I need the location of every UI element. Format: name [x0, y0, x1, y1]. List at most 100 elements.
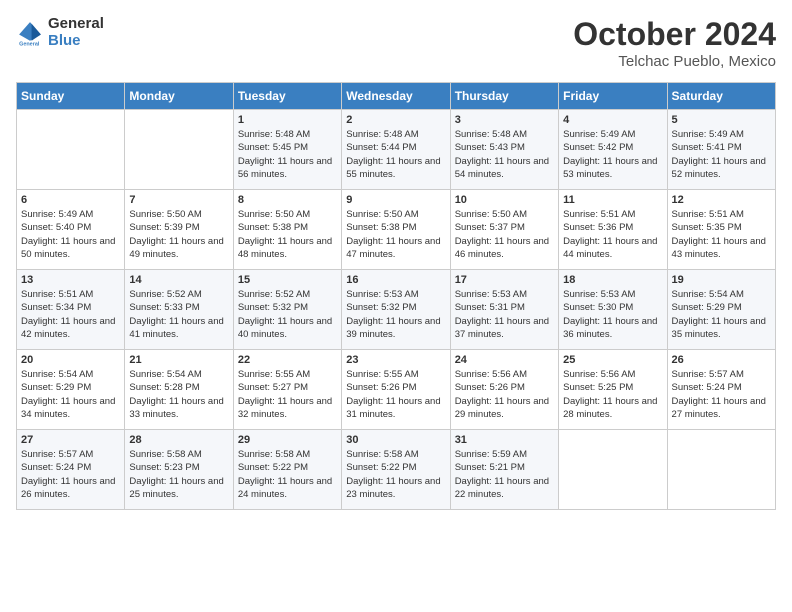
calendar-cell: 14Sunrise: 5:52 AMSunset: 5:33 PMDayligh… [125, 270, 233, 350]
day-number: 1 [238, 114, 337, 126]
calendar-cell: 26Sunrise: 5:57 AMSunset: 5:24 PMDayligh… [667, 350, 775, 430]
daylight-text: Daylight: 11 hours and 49 minutes. [129, 236, 223, 260]
sunrise-text: Sunrise: 5:51 AM [563, 209, 635, 220]
location: Telchac Pueblo, Mexico [573, 53, 776, 70]
calendar-cell: 28Sunrise: 5:58 AMSunset: 5:23 PMDayligh… [125, 430, 233, 510]
calendar-cell: 23Sunrise: 5:55 AMSunset: 5:26 PMDayligh… [342, 350, 450, 430]
calendar-cell: 21 Sunrise: 5:54 AMSunset: 5:28 PMDayligh… [125, 350, 233, 430]
sunset-text: Sunset: 5:42 PM [563, 142, 633, 153]
sunset-text: Sunset: 5:37 PM [455, 222, 525, 233]
sunrise-text: Sunrise: 5:56 AM [563, 369, 635, 380]
sunset-text: Sunset: 5:34 PM [21, 302, 91, 313]
sunset-text: Sunset: 5:23 PM [129, 462, 199, 473]
calendar-week-4: 20 Sunrise: 5:54 AMSunset: 5:29 PMDayligh… [17, 350, 776, 430]
day-info: Sunrise: 5:54 AMSunset: 5:29 PMDaylight:… [672, 288, 771, 341]
day-info: Sunrise: 5:58 AMSunset: 5:23 PMDaylight:… [129, 448, 228, 501]
sunrise-text: Sunrise: 5:55 AM [238, 369, 310, 380]
sunset-text: Sunset: 5:39 PM [129, 222, 199, 233]
day-number: 28 [129, 434, 228, 446]
calendar-cell: 6Sunrise: 5:49 AMSunset: 5:40 PMDaylight… [17, 190, 125, 270]
daylight-text: Daylight: 11 hours and 32 minutes. [238, 396, 332, 420]
daylight-text: Daylight: 11 hours and 22 minutes. [455, 476, 549, 500]
calendar-cell: 19Sunrise: 5:54 AMSunset: 5:29 PMDayligh… [667, 270, 775, 350]
header-friday: Friday [559, 83, 667, 110]
calendar-week-1: 1Sunrise: 5:48 AMSunset: 5:45 PMDaylight… [17, 110, 776, 190]
day-info: Sunrise: 5:51 AMSunset: 5:35 PMDaylight:… [672, 208, 771, 261]
calendar-cell: 25 Sunrise: 5:56 AM Sunset: 5:25 PM Dayligh… [559, 350, 667, 430]
daylight-text: Daylight: 11 hours and 33 minutes. [129, 396, 223, 420]
sunset-text: Sunset: 5:44 PM [346, 142, 416, 153]
svg-text:General: General [19, 41, 40, 47]
day-info: Sunrise: 5:50 AMSunset: 5:39 PMDaylight:… [129, 208, 228, 261]
daylight-text: Daylight: 11 hours and 44 minutes. [563, 236, 657, 260]
daylight-text: Daylight: 11 hours and 50 minutes. [21, 236, 115, 260]
sunset-text: Sunset: 5:38 PM [238, 222, 308, 233]
calendar-cell: 2 Sunrise: 5:48 AMSunset: 5:44 PMDaylight… [342, 110, 450, 190]
sunset-text: Sunset: 5:25 PM [563, 382, 633, 393]
calendar-cell: 18Sunrise: 5:53 AMSunset: 5:30 PMDayligh… [559, 270, 667, 350]
sunrise-text: Sunrise: 5:53 AM [346, 289, 418, 300]
daylight-text: Daylight: 11 hours and 26 minutes. [21, 476, 115, 500]
day-number: 21 [129, 354, 228, 366]
day-info: Sunrise: 5:54 AMSunset: 5:29 PMDaylight:… [21, 368, 120, 421]
sunset-text: Sunset: 5:24 PM [672, 382, 742, 393]
header-thursday: Thursday [450, 83, 558, 110]
sunrise-text: Sunrise: 5:57 AM [21, 449, 93, 460]
day-info: Sunrise: 5:48 AMSunset: 5:44 PMDaylight:… [346, 128, 445, 181]
day-info: Sunrise: 5:56 AM Sunset: 5:25 PM Daylight:… [563, 368, 662, 421]
day-number: 15 [238, 274, 337, 286]
day-number: 24 [455, 354, 554, 366]
day-info: Sunrise: 5:48 AMSunset: 5:45 PMDaylight:… [238, 128, 337, 181]
calendar-cell: 16Sunrise: 5:53 AMSunset: 5:32 PMDayligh… [342, 270, 450, 350]
daylight-text: Daylight: 11 hours and 41 minutes. [129, 316, 223, 340]
day-number: 9 [346, 194, 445, 206]
calendar-cell [125, 110, 233, 190]
day-number: 7 [129, 194, 228, 206]
day-number: 14 [129, 274, 228, 286]
sunrise-text: Sunrise: 5:49 AM [672, 129, 744, 140]
daylight-text: Daylight: 11 hours and 54 minutes. [455, 156, 549, 180]
sunrise-text: Sunrise: 5:53 AM [455, 289, 527, 300]
sunset-text: Sunset: 5:30 PM [563, 302, 633, 313]
sunset-text: Sunset: 5:27 PM [238, 382, 308, 393]
header-tuesday: Tuesday [233, 83, 341, 110]
sunrise-text: Sunrise: 5:52 AM [129, 289, 201, 300]
day-number: 29 [238, 434, 337, 446]
calendar-cell: 7 Sunrise: 5:50 AMSunset: 5:39 PMDaylight… [125, 190, 233, 270]
day-number: 20 [21, 354, 120, 366]
sunrise-text: Sunrise: 5:50 AM [455, 209, 527, 220]
day-info: Sunrise: 5:57 AMSunset: 5:24 PMDaylight:… [672, 368, 771, 421]
calendar-cell: 3Sunrise: 5:48 AMSunset: 5:43 PMDaylight… [450, 110, 558, 190]
calendar-cell: 22Sunrise: 5:55 AMSunset: 5:27 PMDayligh… [233, 350, 341, 430]
sunset-text: Sunset: 5:45 PM [238, 142, 308, 153]
calendar-cell [667, 430, 775, 510]
sunrise-text: Sunrise: 5:59 AM [455, 449, 527, 460]
day-number: 2 [346, 114, 445, 126]
sunset-text: Sunset: 5:31 PM [455, 302, 525, 313]
calendar-cell: 20 Sunrise: 5:54 AMSunset: 5:29 PMDayligh… [17, 350, 125, 430]
daylight-text: Daylight: 11 hours and 23 minutes. [346, 476, 440, 500]
sunrise-text: Sunrise: 5:48 AM [455, 129, 527, 140]
daylight-text: Daylight: 11 hours and 24 minutes. [238, 476, 332, 500]
daylight-text: Daylight: 11 hours and 34 minutes. [21, 396, 115, 420]
day-info: Sunrise: 5:53 AMSunset: 5:32 PMDaylight:… [346, 288, 445, 341]
calendar-week-5: 27Sunrise: 5:57 AMSunset: 5:24 PMDayligh… [17, 430, 776, 510]
sunrise-text: Sunrise: 5:58 AM [129, 449, 201, 460]
daylight-text: Daylight: 11 hours and 36 minutes. [563, 316, 657, 340]
sunrise-text: Sunrise: 5:57 AM [672, 369, 744, 380]
day-number: 17 [455, 274, 554, 286]
sunrise-text: Sunrise: 5:52 AM [238, 289, 310, 300]
day-number: 25 [563, 354, 662, 366]
day-number: 12 [672, 194, 771, 206]
page-header: General General Blue October 2024 Telcha… [16, 16, 776, 70]
sunrise-text: Sunrise: 5:58 AM [238, 449, 310, 460]
calendar-cell: 29Sunrise: 5:58 AMSunset: 5:22 PMDayligh… [233, 430, 341, 510]
sunrise-text: Sunrise: 5:50 AM [346, 209, 418, 220]
day-number: 18 [563, 274, 662, 286]
calendar-cell: 5Sunrise: 5:49 AMSunset: 5:41 PMDaylight… [667, 110, 775, 190]
daylight-text: Daylight: 11 hours and 28 minutes. [563, 396, 657, 420]
day-number: 4 [563, 114, 662, 126]
day-info: Sunrise: 5:54 AMSunset: 5:28 PMDaylight:… [129, 368, 228, 421]
daylight-text: Daylight: 11 hours and 29 minutes. [455, 396, 549, 420]
sunset-text: Sunset: 5:28 PM [129, 382, 199, 393]
